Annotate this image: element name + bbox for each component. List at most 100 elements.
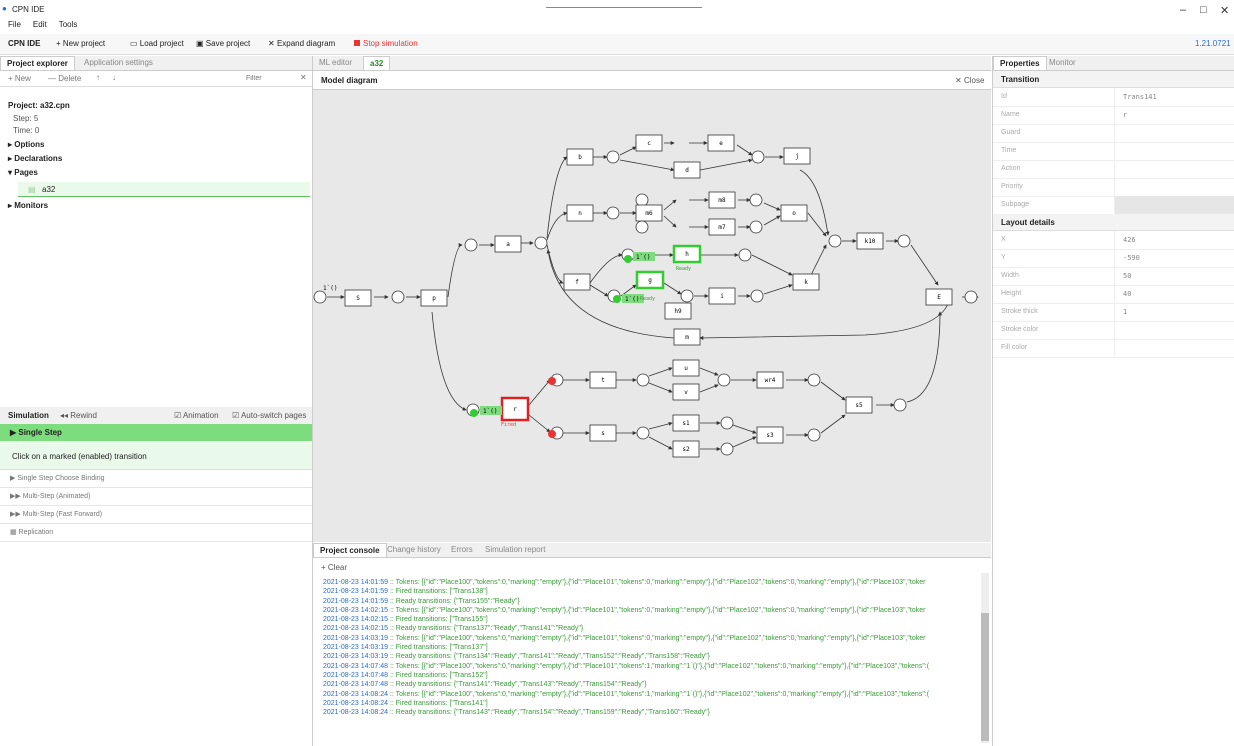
place[interactable] xyxy=(751,150,765,164)
menu-file[interactable]: File xyxy=(8,20,21,29)
petri-net[interactable]: Sp a b c e d j n m6 m8 m7 o h f g i h9 k k10 Em t u v wr4 s s1 s2 s… xyxy=(313,90,991,542)
transition-g[interactable]: g xyxy=(635,270,665,290)
transition-s1[interactable]: s1 xyxy=(672,414,700,432)
transition-b[interactable]: b xyxy=(566,148,594,166)
place[interactable] xyxy=(680,289,694,303)
place[interactable] xyxy=(964,290,978,304)
place[interactable] xyxy=(464,238,478,252)
transition-u[interactable]: u xyxy=(672,359,700,377)
place[interactable] xyxy=(828,234,842,248)
tab-application-settings[interactable]: Application settings xyxy=(78,56,159,69)
place[interactable] xyxy=(636,426,650,440)
property-value[interactable] xyxy=(1114,178,1234,196)
transition-S[interactable]: S xyxy=(344,289,372,307)
move-down-icon[interactable]: ↓ xyxy=(112,73,116,82)
save-project-button[interactable]: ▣ Save project xyxy=(196,39,250,48)
transition-k[interactable]: k xyxy=(792,273,820,291)
transition-i[interactable]: i xyxy=(708,287,736,305)
place[interactable] xyxy=(635,220,649,234)
property-value[interactable] xyxy=(1114,160,1234,178)
transition-s[interactable]: s xyxy=(589,424,617,442)
tab-errors[interactable]: Errors xyxy=(445,543,479,556)
scrollbar-thumb[interactable] xyxy=(981,613,989,741)
multi-step-animated[interactable]: ▶︎▶︎ Multi-Step (Animated) xyxy=(0,488,312,506)
property-value[interactable] xyxy=(1114,339,1234,357)
property-value[interactable]: Trans141 xyxy=(1114,88,1234,106)
transition-t[interactable]: t xyxy=(589,371,617,389)
place[interactable] xyxy=(749,220,763,234)
auto-switch-checkbox[interactable]: ☑ Auto-switch pages xyxy=(232,411,306,420)
tree-pages[interactable]: ▾ Pages xyxy=(8,168,38,177)
place[interactable] xyxy=(720,416,734,430)
property-value[interactable]: 426 xyxy=(1114,231,1234,249)
move-up-icon[interactable]: ↑ xyxy=(96,73,100,82)
clear-console-button[interactable]: + Clear xyxy=(321,563,347,572)
new-project-button[interactable]: + New project xyxy=(56,39,105,48)
place[interactable] xyxy=(636,373,650,387)
menu-edit[interactable]: Edit xyxy=(33,20,47,29)
place[interactable] xyxy=(738,248,752,262)
transition-v[interactable]: v xyxy=(672,383,700,401)
place[interactable] xyxy=(750,289,764,303)
property-value[interactable]: r xyxy=(1114,106,1234,124)
close-diagram-button[interactable]: ✕ Close xyxy=(955,76,984,85)
property-value[interactable] xyxy=(1114,142,1234,160)
property-value[interactable]: 50 xyxy=(1114,267,1234,285)
menu-tools[interactable]: Tools xyxy=(59,20,78,29)
property-value[interactable]: 1 xyxy=(1114,303,1234,321)
load-project-button[interactable]: ▭ Load project xyxy=(130,39,184,48)
animation-checkbox[interactable]: ☑ Animation xyxy=(174,411,219,420)
tab-monitor[interactable]: Monitor xyxy=(1043,56,1082,69)
transition-m[interactable]: m xyxy=(673,328,701,346)
new-button[interactable]: + New xyxy=(8,74,31,83)
console-scrollbar[interactable] xyxy=(981,573,989,743)
transition-m7[interactable]: m7 xyxy=(708,218,736,236)
minimize-icon[interactable]: – xyxy=(1180,4,1186,16)
place[interactable] xyxy=(635,193,649,207)
drag-handle[interactable] xyxy=(546,7,702,8)
transition-m8[interactable]: m8 xyxy=(708,191,736,209)
tree-page-a32[interactable]: ▤ a32 xyxy=(18,182,310,197)
property-value[interactable] xyxy=(1114,196,1234,214)
transition-d[interactable]: d xyxy=(673,161,701,179)
place[interactable] xyxy=(534,236,548,250)
property-value[interactable] xyxy=(1114,321,1234,339)
transition-s3[interactable]: s3 xyxy=(756,426,784,444)
layout-section[interactable]: Layout details xyxy=(993,214,1234,231)
place[interactable] xyxy=(720,442,734,456)
tab-change-history[interactable]: Change history xyxy=(381,543,447,556)
transition-n[interactable]: n xyxy=(566,204,594,222)
expand-diagram-button[interactable]: ✕ Expand diagram xyxy=(268,39,335,48)
filter-input[interactable] xyxy=(244,72,296,84)
place[interactable] xyxy=(807,428,821,442)
tab-a32[interactable]: a32 xyxy=(363,56,391,70)
tab-simulation-report[interactable]: Simulation report xyxy=(479,543,551,556)
transition-m6[interactable]: m6 xyxy=(635,204,663,222)
property-value[interactable]: -590 xyxy=(1114,249,1234,267)
tab-project-explorer[interactable]: Project explorer xyxy=(0,56,75,70)
place[interactable] xyxy=(606,206,620,220)
multi-step-fast-forward[interactable]: ▶︎▶︎ Multi-Step (Fast Forward) xyxy=(0,506,312,524)
transition-k10[interactable]: k10 xyxy=(856,232,884,250)
property-value[interactable] xyxy=(1114,124,1234,142)
transition-h9[interactable]: h9 xyxy=(664,302,692,320)
tree-declarations[interactable]: ▸ Declarations xyxy=(8,154,62,163)
transition-e[interactable]: e xyxy=(707,134,735,152)
close-icon[interactable]: ✕ xyxy=(1220,4,1229,17)
replication[interactable]: ▦ Replication xyxy=(0,524,312,542)
single-step-choose-binding[interactable]: ▶︎ Single Step Choose Binding xyxy=(0,470,312,488)
transition-wr4[interactable]: wr4 xyxy=(756,371,784,389)
place[interactable] xyxy=(807,373,821,387)
maximize-icon[interactable]: □ xyxy=(1200,4,1207,16)
place[interactable] xyxy=(391,290,405,304)
transition-c[interactable]: c xyxy=(635,134,663,152)
place[interactable] xyxy=(749,193,763,207)
property-value[interactable]: 40 xyxy=(1114,285,1234,303)
place[interactable] xyxy=(606,150,620,164)
delete-button[interactable]: — Delete xyxy=(48,74,81,83)
transition-r[interactable]: r xyxy=(500,396,530,422)
tab-project-console[interactable]: Project console xyxy=(313,543,387,557)
transition-s2[interactable]: s2 xyxy=(672,440,700,458)
transition-j[interactable]: j xyxy=(783,147,811,165)
place[interactable] xyxy=(313,290,327,304)
